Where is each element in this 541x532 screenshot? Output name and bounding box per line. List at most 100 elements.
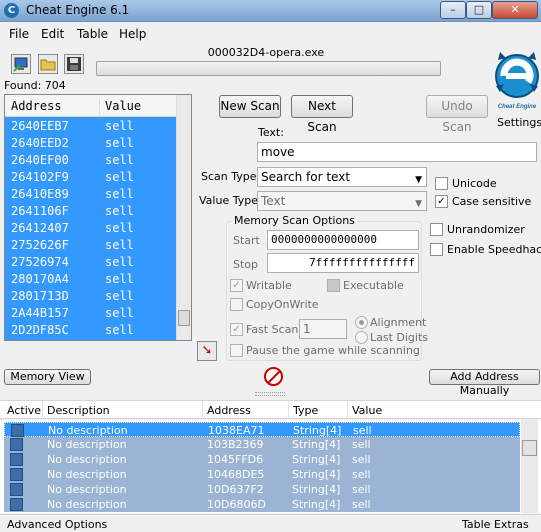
column-value[interactable]: Value (352, 404, 382, 417)
address-table[interactable]: No description 1038EA71 String[4] sell No de… (0, 420, 541, 513)
address-table-row[interactable]: No description 103B2369 String[4] sell (4, 437, 520, 452)
row-value[interactable]: sell (353, 424, 372, 437)
active-checkbox[interactable] (11, 424, 24, 437)
row-description[interactable]: No description (47, 468, 127, 481)
value-type-select[interactable]: Text ▼ (257, 191, 427, 211)
active-checkbox[interactable] (10, 468, 23, 481)
row-type[interactable]: String[4] (292, 468, 340, 481)
address-table-row[interactable]: No description 10D637F2 String[4] sell (4, 482, 520, 497)
address-table-row[interactable]: No description 1038EA71 String[4] sell (4, 422, 520, 437)
title-bar[interactable]: C Cheat Engine 6.1 – □ ✕ (0, 0, 541, 22)
save-file-button[interactable] (64, 54, 84, 74)
result-row[interactable]: 280170A4 sell (5, 271, 177, 288)
row-type[interactable]: String[4] (292, 453, 340, 466)
speedhack-checkbox[interactable] (430, 243, 443, 256)
memory-view-button[interactable]: Memory View (4, 369, 91, 385)
row-description[interactable]: No description (47, 483, 127, 496)
undo-scan-button[interactable]: Undo Scan (426, 95, 488, 134)
result-row[interactable]: 2801713D sell (5, 288, 177, 305)
menu-edit[interactable]: Edit (41, 27, 64, 41)
address-table-row[interactable]: No description 10D6806D String[4] sell (4, 497, 520, 512)
column-description[interactable]: Description (47, 404, 110, 417)
result-row[interactable]: 2A44B157 sell (5, 305, 177, 322)
row-value[interactable]: sell (352, 483, 371, 496)
row-type[interactable]: String[4] (293, 424, 341, 437)
column-value[interactable]: Value (99, 99, 141, 117)
address-table-row[interactable]: No description 1045FFD6 String[4] sell (4, 452, 520, 467)
fast-scan-checkbox[interactable]: ✓ (230, 323, 243, 336)
advanced-options-link[interactable]: Advanced Options (7, 518, 107, 531)
row-value[interactable]: sell (352, 468, 371, 481)
splitter-handle[interactable] (255, 392, 285, 396)
unrandomizer-checkbox[interactable] (430, 223, 443, 236)
row-type[interactable]: String[4] (292, 498, 340, 511)
result-row[interactable]: 26412407 sell (5, 220, 177, 237)
row-type[interactable]: String[4] (292, 438, 340, 451)
menu-table[interactable]: Table (77, 27, 108, 41)
row-description[interactable]: No description (48, 424, 128, 437)
row-address[interactable]: 10468DE5 (207, 468, 264, 481)
found-results-list[interactable]: Address Value 2640EEB7 sell 2640EED2 sell 26… (4, 94, 192, 341)
result-row[interactable]: 2D2DF85C sell (5, 322, 177, 339)
column-address[interactable]: Address (11, 99, 62, 113)
row-address[interactable]: 103B2369 (207, 438, 264, 451)
start-address-input[interactable]: 0000000000000000 (267, 230, 419, 250)
row-description[interactable]: No description (47, 453, 127, 466)
add-to-table-button[interactable]: ➘ (197, 341, 217, 361)
last-digits-radio[interactable] (355, 331, 368, 344)
settings-link[interactable]: Settings (497, 116, 541, 129)
address-table-scrollbar[interactable] (521, 420, 538, 513)
close-button[interactable]: ✕ (492, 1, 538, 19)
open-process-button[interactable] (11, 54, 31, 74)
open-file-button[interactable] (38, 54, 58, 74)
result-row[interactable]: 2640EED2 sell (5, 135, 177, 152)
row-address[interactable]: 10D6806D (207, 498, 266, 511)
row-value[interactable]: sell (352, 453, 371, 466)
pause-game-checkbox[interactable] (230, 344, 243, 357)
executable-checkbox[interactable] (327, 279, 340, 292)
row-description[interactable]: No description (47, 498, 127, 511)
cheat-engine-logo[interactable]: Cheat Engine (492, 44, 541, 116)
row-value[interactable]: sell (352, 498, 371, 511)
result-row[interactable]: 2640EEB7 sell (5, 118, 177, 135)
new-scan-button[interactable]: New Scan (219, 95, 281, 118)
add-address-manually-button[interactable]: Add Address Manually (429, 369, 540, 397)
results-scrollbar[interactable] (176, 95, 191, 340)
result-row[interactable]: 2752626F sell (5, 237, 177, 254)
result-row[interactable]: 27526974 sell (5, 254, 177, 271)
active-checkbox[interactable] (10, 498, 23, 511)
active-checkbox[interactable] (10, 438, 23, 451)
menu-help[interactable]: Help (119, 27, 146, 41)
table-extras-link[interactable]: Table Extras (462, 518, 529, 531)
active-checkbox[interactable] (10, 453, 23, 466)
address-table-row[interactable]: No description 10468DE5 String[4] sell (4, 467, 520, 482)
menu-file[interactable]: File (9, 27, 29, 41)
column-type[interactable]: Type (293, 404, 318, 417)
alignment-radio[interactable] (355, 316, 368, 329)
address-table-scroll-thumb[interactable] (522, 440, 537, 456)
active-checkbox[interactable] (10, 483, 23, 496)
stop-address-input[interactable]: 7fffffffffffffff (267, 253, 419, 273)
row-type[interactable]: String[4] (292, 483, 340, 496)
search-text-input[interactable]: move (257, 142, 537, 162)
scan-type-select[interactable]: Search for text ▼ (257, 167, 427, 187)
writable-checkbox[interactable]: ✓ (230, 279, 243, 292)
results-scroll-thumb[interactable] (178, 310, 190, 326)
maximize-button[interactable]: □ (466, 1, 492, 19)
result-row[interactable]: 26410E89 sell (5, 186, 177, 203)
row-address[interactable]: 1038EA71 (208, 424, 264, 437)
result-row[interactable]: 2641106F sell (5, 203, 177, 220)
row-address[interactable]: 10D637F2 (207, 483, 264, 496)
case-sensitive-checkbox[interactable]: ✓ (435, 195, 448, 208)
next-scan-button[interactable]: Next Scan (291, 95, 353, 134)
clear-list-icon[interactable] (264, 367, 283, 386)
row-address[interactable]: 1045FFD6 (207, 453, 263, 466)
column-active[interactable]: Active (7, 404, 41, 417)
unicode-checkbox[interactable] (435, 177, 448, 190)
column-address[interactable]: Address (207, 404, 251, 417)
result-row[interactable]: 2640EF00 sell (5, 152, 177, 169)
copy-on-write-checkbox[interactable] (230, 298, 243, 311)
fast-scan-alignment-input[interactable]: 1 (299, 319, 347, 339)
row-description[interactable]: No description (47, 438, 127, 451)
minimize-button[interactable]: – (440, 1, 466, 19)
